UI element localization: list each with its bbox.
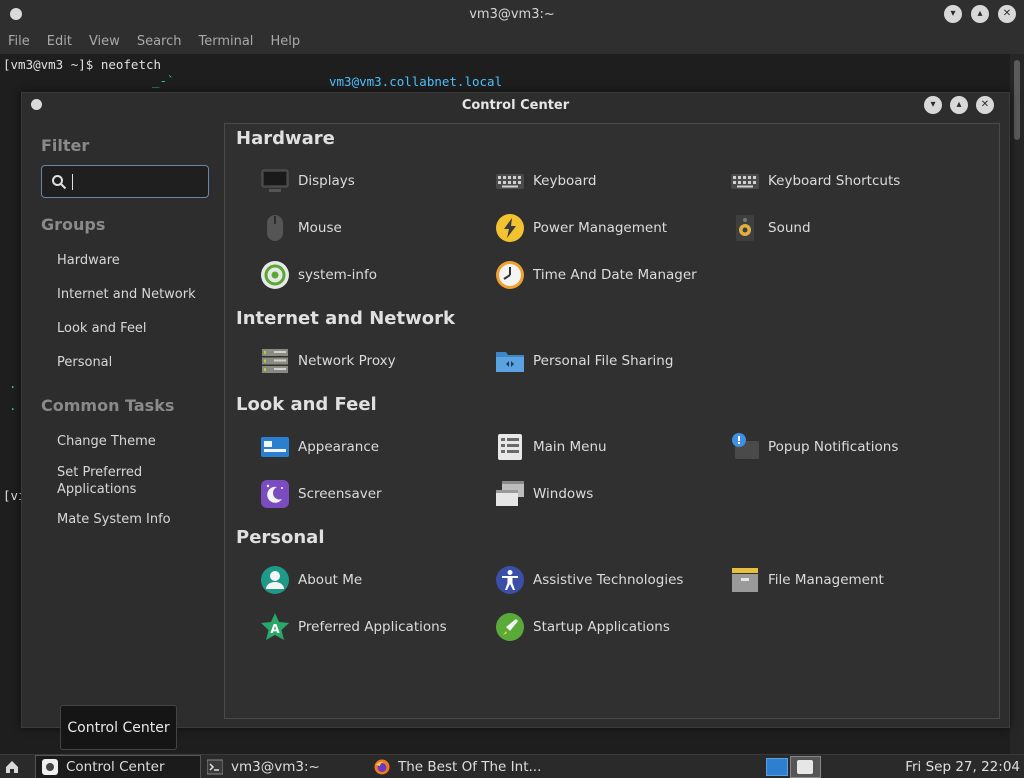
control-center-window: Control Center ▾ ▴ ✕ Filter Groups Hardw… — [21, 92, 1010, 728]
section-heading-personal: Personal — [236, 527, 325, 548]
tooltip: Control Center — [60, 705, 177, 750]
accessibility-icon — [496, 566, 524, 594]
applet-keyboard-shortcuts[interactable]: Keyboard Shortcuts — [730, 165, 900, 197]
applet-about-me[interactable]: About Me — [260, 564, 362, 596]
screensaver-icon — [261, 480, 289, 508]
workspace-2[interactable] — [790, 756, 821, 778]
control-center-titlebar[interactable]: Control Center ▾ ▴ ✕ — [22, 93, 1009, 119]
maximize-icon[interactable]: ▴ — [950, 96, 968, 114]
search-input[interactable] — [41, 165, 209, 198]
appearance-icon — [261, 437, 289, 457]
group-link-internet-and-network[interactable]: Internet and Network — [57, 286, 217, 303]
group-link-hardware[interactable]: Hardware — [57, 252, 217, 269]
speaker-icon — [736, 215, 754, 241]
ascii-art-dot: . — [9, 398, 17, 413]
terminal-titlebar[interactable]: vm3@vm3:~ ▾ ▴ ✕ — [0, 0, 1024, 30]
applet-main-menu[interactable]: Main Menu — [495, 431, 607, 463]
home-menu-icon[interactable] — [4, 759, 20, 775]
applet-startup-applications[interactable]: Startup Applications — [495, 611, 670, 643]
prompt-line: [vm3@vm3 ~]$ neofetch — [3, 57, 162, 72]
task-link-mate-system-info[interactable]: Mate System Info — [57, 511, 217, 528]
ascii-art-dot: . — [9, 376, 17, 391]
text-caret — [72, 174, 73, 190]
display-icon — [261, 169, 289, 192]
section-heading-internet-and-network: Internet and Network — [236, 308, 455, 329]
menu-file[interactable]: File — [8, 30, 30, 54]
menu-terminal[interactable]: Terminal — [198, 30, 253, 54]
close-icon[interactable]: ✕ — [976, 96, 994, 114]
maximize-icon[interactable]: ▴ — [971, 5, 989, 23]
taskbar-item-terminal[interactable]: vm3@vm3:~ — [201, 755, 361, 778]
applet-power-management[interactable]: Power Management — [495, 212, 667, 244]
applet-keyboard[interactable]: Keyboard — [495, 165, 596, 197]
host-line: vm3@vm3.collabnet.local — [329, 74, 503, 89]
applet-preferred-applications[interactable]: A Preferred Applications — [260, 611, 447, 643]
applet-popup-notifications[interactable]: Popup Notifications — [730, 431, 898, 463]
scrollbar-thumb[interactable] — [1014, 60, 1020, 140]
taskbar-item-control-center[interactable]: Control Center — [35, 755, 201, 778]
terminal-icon — [207, 759, 223, 775]
system-info-icon — [261, 261, 289, 289]
folder-share-icon — [496, 352, 524, 372]
applet-system-info[interactable]: system-info — [260, 259, 377, 291]
menu-help[interactable]: Help — [270, 30, 300, 54]
applet-file-management[interactable]: File Management — [730, 564, 884, 596]
ascii-art-fragment: _-` — [152, 73, 175, 88]
common-tasks-heading: Common Tasks — [41, 396, 175, 415]
taskbar: Control Center vm3@vm3:~ The Best Of The… — [0, 754, 1024, 778]
section-heading-hardware: Hardware — [236, 128, 335, 149]
mouse-icon — [267, 215, 283, 241]
applet-time-and-date-manager[interactable]: Time And Date Manager — [495, 259, 697, 291]
main-menu-icon — [498, 434, 522, 460]
close-icon[interactable]: ✕ — [998, 5, 1016, 23]
terminal-menubar: File Edit View Search Terminal Help — [0, 30, 1024, 54]
applet-displays[interactable]: Displays — [260, 165, 355, 197]
taskbar-item-firefox[interactable]: The Best Of The Int... — [368, 755, 568, 778]
menu-search[interactable]: Search — [137, 30, 182, 54]
search-icon — [52, 175, 67, 190]
keyboard-shortcuts-icon — [731, 174, 759, 189]
menu-view[interactable]: View — [89, 30, 120, 54]
groups-heading: Groups — [41, 215, 106, 234]
terminal-scrollbar[interactable] — [1010, 54, 1024, 754]
firefox-icon — [374, 759, 390, 775]
clock-icon — [496, 261, 524, 289]
network-proxy-icon — [262, 349, 288, 373]
file-cabinet-icon — [732, 568, 758, 592]
applets-panel: Hardware Displays Keyboard Keyboard Shor… — [224, 123, 1000, 719]
minimize-icon[interactable]: ▾ — [944, 5, 962, 23]
workspace-1[interactable] — [766, 758, 788, 776]
applet-sound[interactable]: Sound — [730, 212, 811, 244]
applet-mouse[interactable]: Mouse — [260, 212, 342, 244]
menu-edit[interactable]: Edit — [47, 30, 72, 54]
applet-network-proxy[interactable]: Network Proxy — [260, 345, 396, 377]
applet-appearance[interactable]: Appearance — [260, 431, 379, 463]
clock[interactable]: Fri Sep 27, 22:04 — [905, 755, 1020, 778]
group-link-personal[interactable]: Personal — [57, 354, 217, 371]
filter-heading: Filter — [41, 136, 90, 155]
rocket-icon — [496, 613, 524, 641]
svg-text:A: A — [270, 622, 280, 636]
user-icon — [261, 566, 289, 594]
notification-icon — [732, 433, 759, 459]
workspace-window-thumbnail — [797, 760, 813, 774]
control-center-icon — [42, 759, 58, 775]
power-icon — [496, 214, 524, 242]
sidebar: Filter Groups Hardware Internet and Netw… — [22, 119, 224, 727]
section-heading-look-and-feel: Look and Feel — [236, 394, 377, 415]
terminal-title: vm3@vm3:~ — [469, 7, 555, 22]
control-center-title: Control Center — [461, 98, 570, 113]
group-link-look-and-feel[interactable]: Look and Feel — [57, 320, 217, 337]
task-link-set-preferred-applications[interactable]: Set Preferred Applications — [57, 464, 167, 498]
applet-personal-file-sharing[interactable]: Personal File Sharing — [495, 345, 673, 377]
keyboard-icon — [496, 174, 524, 189]
applet-windows[interactable]: Windows — [495, 478, 593, 510]
minimize-icon[interactable]: ▾ — [924, 96, 942, 114]
applet-screensaver[interactable]: Screensaver — [260, 478, 382, 510]
task-link-change-theme[interactable]: Change Theme — [57, 433, 217, 450]
windows-icon — [496, 481, 524, 506]
star-app-icon: A — [261, 613, 289, 640]
applet-assistive-technologies[interactable]: Assistive Technologies — [495, 564, 683, 596]
